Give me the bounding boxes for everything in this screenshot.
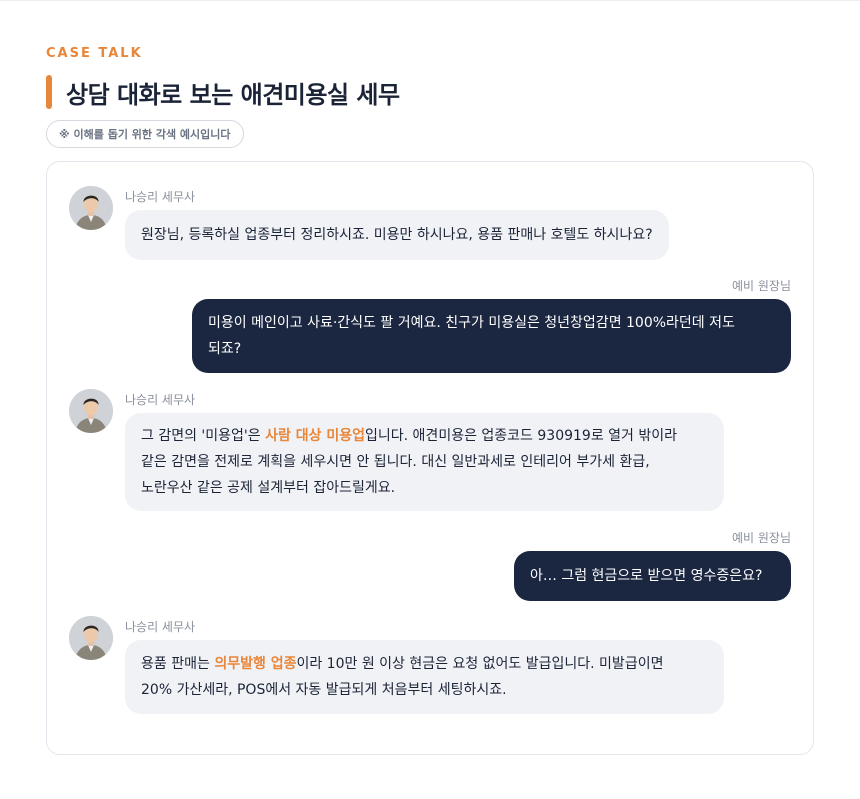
sender-name: 예비 원장님 xyxy=(731,531,791,545)
advisor-avatar xyxy=(69,389,113,433)
message-text: 노란우산 같은 공제 설계부터 잡아드릴게요. xyxy=(141,480,396,496)
text-segment: 그 감면의 '미용업'은 xyxy=(141,428,266,444)
text-segment: 용품 판매는 xyxy=(141,656,215,672)
advisor-avatar xyxy=(69,616,113,660)
highlight-text: 의무발행 업종 xyxy=(214,656,297,672)
person-icon xyxy=(69,186,113,230)
message-text: 같은 감면을 전제로 계획을 세우시면 안 됩니다. 대신 일반과세로 인테리어… xyxy=(141,454,650,470)
message-bubble: 그 감면의 '미용업'은 사람 대상 미용업입니다. 애견미용은 업종코드 93… xyxy=(125,413,724,511)
sender-name: 나승리 세무사 xyxy=(125,190,196,204)
message-text: 아… 그럼 현금으로 받으면 영수증은요? xyxy=(530,568,763,584)
sender-name: 나승리 세무사 xyxy=(125,620,196,634)
message-bubble: 원장님, 등록하실 업종부터 정리하시죠. 미용만 하시나요, 용품 판매나 호… xyxy=(125,210,669,260)
highlight-text: 사람 대상 미용업 xyxy=(265,428,366,444)
sender-name: 예비 원장님 xyxy=(731,279,791,293)
message-bubble: 미용이 메인이고 사료·간식도 팔 거예요. 친구가 미용실은 청년창업감면 1… xyxy=(192,299,791,373)
person-icon xyxy=(69,389,113,433)
top-divider xyxy=(0,0,860,1)
message-text: 원장님, 등록하실 업종부터 정리하시죠. 미용만 하시나요, 용품 판매나 호… xyxy=(141,227,653,243)
title-row: 상담 대화로 보는 애견미용실 세무 xyxy=(46,74,400,110)
text-segment: 입니다. 애견미용은 업종코드 930919로 열거 밖이라 xyxy=(365,428,677,444)
message-text: 미용이 메인이고 사료·간식도 팔 거예요. 친구가 미용실은 청년창업감면 1… xyxy=(208,315,735,331)
message-bubble: 아… 그럼 현금으로 받으면 영수증은요? xyxy=(514,551,791,601)
eyebrow-label: CASE TALK xyxy=(46,46,143,61)
message-text: 용품 판매는 의무발행 업종이라 10만 원 이상 현금은 요청 없어도 발급입… xyxy=(141,651,708,677)
disclaimer-badge: ※ 이해를 돕기 위한 각색 예시입니다 xyxy=(46,120,244,148)
message-text: 되죠? xyxy=(208,341,242,357)
message-text: 그 감면의 '미용업'은 사람 대상 미용업입니다. 애견미용은 업종코드 93… xyxy=(141,423,708,449)
person-icon xyxy=(69,616,113,660)
sender-name: 나승리 세무사 xyxy=(125,393,196,407)
message-bubble: 용품 판매는 의무발행 업종이라 10만 원 이상 현금은 요청 없어도 발급입… xyxy=(125,640,724,714)
page-title: 상담 대화로 보는 애견미용실 세무 xyxy=(66,80,400,109)
chat-card: 나승리 세무사 원장님, 등록하실 업종부터 정리하시죠. 미용만 하시나요, … xyxy=(46,161,814,755)
message-text: 20% 가산세라, POS에서 자동 발급되게 처음부터 세팅하시죠. xyxy=(141,682,507,698)
text-segment: 이라 10만 원 이상 현금은 요청 없어도 발급입니다. 미발급이면 xyxy=(296,656,664,672)
title-accent-bar xyxy=(46,75,52,109)
advisor-avatar xyxy=(69,186,113,230)
